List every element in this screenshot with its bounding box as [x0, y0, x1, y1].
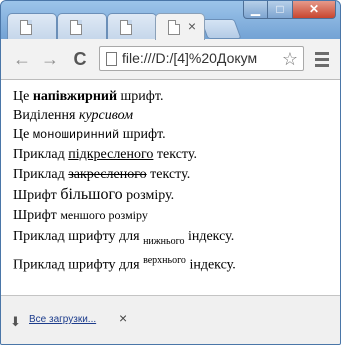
page-content: Це напівжирний шрифт. Виділення курсивом…	[1, 80, 340, 295]
text: Приклад шрифту для	[13, 229, 144, 244]
bold-text: напівжирний	[32, 89, 118, 104]
superscript-text: верхнього	[143, 255, 186, 266]
page-icon	[70, 20, 82, 35]
text-line: Це напівжирний шрифт.	[13, 89, 163, 105]
underlined-text: підкресленого	[68, 147, 154, 162]
maximize-button[interactable]: □	[268, 1, 293, 19]
text-line: Приклад шрифту для нижнього індексу.	[13, 229, 234, 247]
text: тексту.	[146, 167, 191, 182]
text-line: Приклад шрифту для верхнього індексу.	[13, 255, 236, 274]
page-icon	[120, 20, 132, 35]
text-line: Це моноширинний шрифт.	[13, 127, 166, 143]
back-button[interactable]: ←	[11, 48, 33, 70]
new-tab-button[interactable]	[200, 19, 242, 39]
menu-bar-icon	[315, 64, 329, 67]
tab-1[interactable]	[7, 13, 57, 40]
close-shelf-icon[interactable]: ×	[119, 310, 127, 326]
page-icon	[106, 52, 117, 66]
text-line: Приклад закресленого тексту.	[13, 167, 190, 183]
text-line: Виділення курсивом	[13, 108, 133, 124]
text: Приклад шрифту для	[13, 257, 144, 273]
subscript-text: нижнього	[143, 235, 185, 247]
page-icon	[168, 20, 180, 35]
reload-button[interactable]: C	[69, 48, 91, 70]
bookmark-star-icon[interactable]: ☆	[280, 48, 300, 70]
minimize-button[interactable]: ▁	[243, 1, 268, 19]
text-line: Шрифт меншого розміру	[13, 208, 148, 224]
menu-bar-icon	[315, 52, 329, 55]
italic-text: курсивом	[78, 108, 134, 123]
window-controls: ▁ □ ✕	[243, 1, 336, 19]
forward-button[interactable]: →	[39, 48, 61, 70]
menu-button[interactable]	[312, 48, 332, 70]
text: шрифт.	[119, 127, 166, 142]
big-text: більшого	[60, 186, 123, 203]
all-downloads-link[interactable]: Все загрузки...	[29, 314, 96, 325]
text: індексу.	[184, 229, 235, 244]
page-icon	[20, 20, 32, 35]
small-text: меншого розміру	[60, 208, 148, 222]
text: Це	[13, 127, 33, 142]
text: тексту.	[153, 147, 197, 162]
tab-close-icon[interactable]: ×	[188, 18, 196, 34]
tab-3[interactable]	[107, 13, 157, 40]
text: Шрифт	[13, 208, 61, 223]
browser-toolbar: ← → C file:///D:/[4]%20Докум ☆	[1, 39, 340, 80]
tab-4-active[interactable]: ×	[155, 13, 205, 40]
text: Це	[13, 89, 33, 104]
text-line: Приклад підкресленого тексту.	[13, 147, 197, 163]
text: Виділення	[13, 108, 79, 123]
text: Приклад	[13, 147, 69, 162]
monospace-text: моноширинний	[32, 128, 120, 142]
text: індексу.	[185, 257, 236, 273]
download-shelf: ⬇ Все загрузки... ×	[1, 295, 340, 344]
text: шрифт.	[117, 89, 164, 104]
address-bar[interactable]: file:///D:/[4]%20Докум ☆	[99, 46, 304, 71]
text: Приклад	[13, 167, 69, 182]
menu-bar-icon	[315, 58, 329, 61]
strikethrough-text: закресленого	[68, 167, 147, 182]
tab-strip: × ▁ □ ✕	[1, 1, 340, 43]
text: Шрифт	[13, 188, 61, 203]
text: розміру.	[122, 188, 175, 203]
url-text[interactable]: file:///D:/[4]%20Докум	[122, 50, 257, 66]
close-window-button[interactable]: ✕	[293, 1, 336, 19]
tab-2[interactable]	[57, 13, 107, 40]
browser-window: × ▁ □ ✕ ← → C file:///D:/[4]%20Докум ☆ Ц…	[0, 0, 341, 345]
download-arrow-icon: ⬇	[10, 314, 21, 329]
text-line: Шрифт більшого розміру.	[13, 186, 174, 204]
